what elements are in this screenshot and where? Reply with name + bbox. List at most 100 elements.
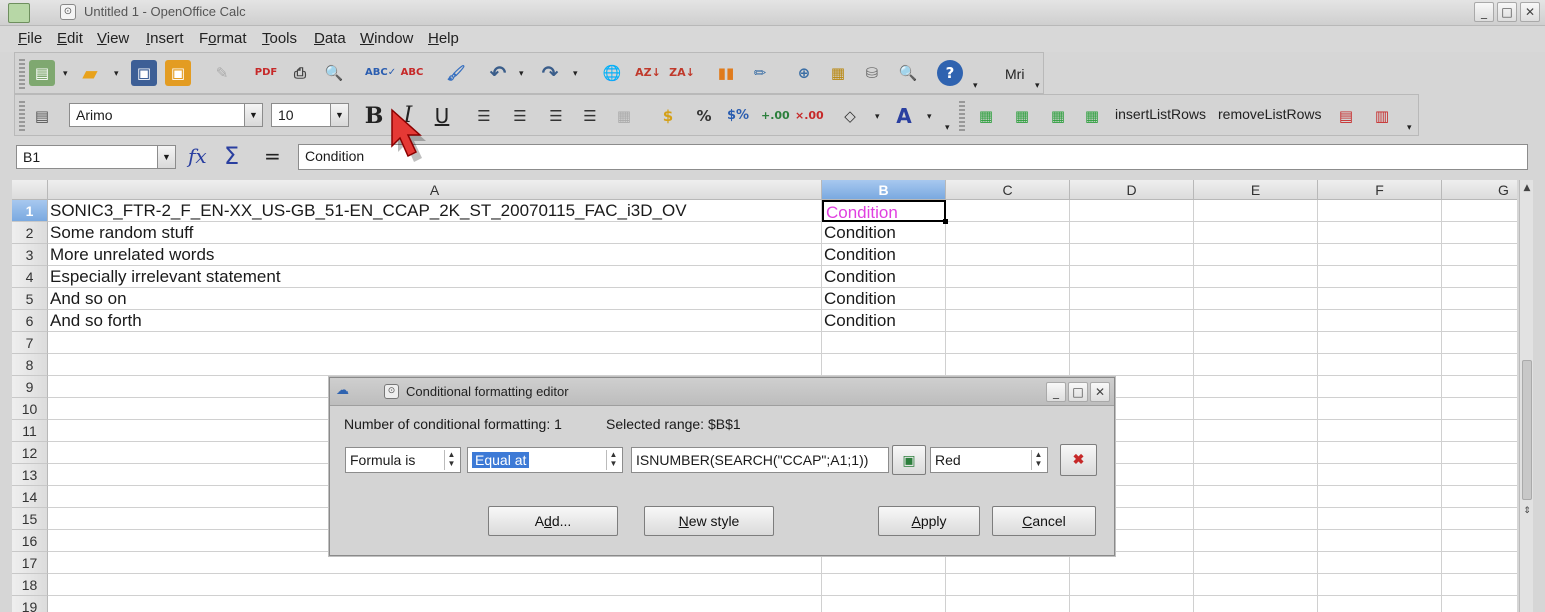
clone-formatting-icon[interactable]: 🖌: [443, 60, 469, 86]
navigator-icon[interactable]: ⊕: [791, 60, 817, 86]
row-header[interactable]: 7: [12, 332, 48, 354]
empty-cell[interactable]: [1318, 442, 1442, 464]
row-header[interactable]: 16: [12, 530, 48, 552]
empty-cell[interactable]: [1442, 376, 1517, 398]
empty-cell[interactable]: [1318, 508, 1442, 530]
empty-cell[interactable]: [1318, 332, 1442, 354]
cell-b[interactable]: [822, 354, 946, 376]
scroll-up-icon[interactable]: ▲: [1521, 182, 1533, 194]
shrink-range-button[interactable]: ▣: [892, 445, 926, 475]
cancel-button[interactable]: Cancel: [992, 506, 1096, 536]
empty-cell[interactable]: [1070, 596, 1194, 612]
align-right-icon[interactable]: ☰: [543, 103, 569, 129]
styles-formatting-icon[interactable]: ▤: [29, 103, 55, 129]
toolbar-grip[interactable]: [19, 59, 25, 89]
delete-decimal-icon[interactable]: ×.00: [795, 103, 824, 129]
align-left-icon[interactable]: ☰: [471, 103, 497, 129]
empty-cell[interactable]: [1442, 596, 1517, 612]
empty-cell[interactable]: [1442, 508, 1517, 530]
cell-a[interactable]: Especially irrelevant statement: [48, 266, 822, 288]
empty-cell[interactable]: [1194, 464, 1318, 486]
cell-a[interactable]: Some random stuff: [48, 222, 822, 244]
open-dropdown-icon[interactable]: ▾: [114, 70, 122, 79]
scrollbar-thumb[interactable]: [1522, 360, 1532, 500]
cell-b[interactable]: Condition: [822, 288, 946, 310]
font-name-combo[interactable]: Arimo ▼: [69, 103, 263, 127]
spellcheck-icon[interactable]: ABC✓: [365, 60, 396, 86]
toolbar-grip[interactable]: [959, 101, 965, 131]
empty-cell[interactable]: [1194, 398, 1318, 420]
empty-cell[interactable]: [1318, 310, 1442, 332]
delete-rows-icon[interactable]: ▤: [1333, 103, 1359, 129]
empty-cell[interactable]: [1318, 596, 1442, 612]
cell-a[interactable]: [48, 574, 822, 596]
empty-cell[interactable]: [1442, 552, 1517, 574]
empty-cell[interactable]: [1442, 530, 1517, 552]
new-document-icon[interactable]: ▤: [29, 60, 55, 86]
empty-cell[interactable]: [946, 596, 1070, 612]
chart-icon[interactable]: ▮▮: [713, 60, 739, 86]
row-header[interactable]: 15: [12, 508, 48, 530]
add-button[interactable]: Add...: [488, 506, 618, 536]
gallery-icon[interactable]: ▦: [825, 60, 851, 86]
dialog-menu-icon[interactable]: ⊙: [384, 384, 399, 399]
row-header[interactable]: 6: [12, 310, 48, 332]
empty-cell[interactable]: [946, 288, 1070, 310]
empty-cell[interactable]: [1318, 574, 1442, 596]
row-header[interactable]: 10: [12, 398, 48, 420]
function-wizard-button[interactable]: fx: [188, 144, 207, 168]
add-decimal-icon[interactable]: +.00: [761, 103, 790, 129]
empty-cell[interactable]: [1318, 376, 1442, 398]
cell-a[interactable]: And so on: [48, 288, 822, 310]
merge-cells-icon[interactable]: ▦: [611, 103, 637, 129]
cell-b[interactable]: Condition: [822, 266, 946, 288]
row-header[interactable]: 5: [12, 288, 48, 310]
delete-columns-icon[interactable]: ▥: [1369, 103, 1395, 129]
undo-dropdown-icon[interactable]: ▾: [519, 70, 527, 79]
open-folder-icon[interactable]: ▰: [77, 60, 103, 86]
save-as-icon[interactable]: ▣: [165, 60, 191, 86]
column-header-a[interactable]: A: [48, 180, 822, 200]
empty-cell[interactable]: [1194, 310, 1318, 332]
formula-input[interactable]: Condition: [298, 144, 1528, 170]
empty-cell[interactable]: [946, 574, 1070, 596]
sort-descending-icon[interactable]: ZA↓: [669, 60, 695, 86]
empty-cell[interactable]: [1194, 354, 1318, 376]
menu-help[interactable]: Help: [428, 30, 459, 47]
data-sources-icon[interactable]: ⛁: [859, 60, 885, 86]
justify-icon[interactable]: ☰: [577, 103, 603, 129]
empty-cell[interactable]: [946, 354, 1070, 376]
column-header-f[interactable]: F: [1318, 180, 1442, 200]
menu-data[interactable]: Data: [314, 30, 346, 47]
empty-cell[interactable]: [1070, 266, 1194, 288]
print-preview-icon[interactable]: 🔍: [321, 60, 347, 86]
background-color-dropdown-icon[interactable]: ▾: [875, 113, 883, 122]
zoom-icon[interactable]: 🔍: [895, 60, 921, 86]
empty-cell[interactable]: [1318, 552, 1442, 574]
background-color-icon[interactable]: ◇: [837, 103, 863, 129]
formula-field[interactable]: ISNUMBER(SEARCH("CCAP";A1;1)): [631, 447, 889, 473]
empty-cell[interactable]: [1318, 200, 1442, 222]
fill-handle[interactable]: [943, 219, 948, 224]
chevron-down-icon[interactable]: ▼: [330, 104, 348, 126]
empty-cell[interactable]: [1442, 420, 1517, 442]
bold-button[interactable]: B: [361, 103, 387, 129]
hyperlink-icon[interactable]: 🌐: [599, 60, 625, 86]
empty-cell[interactable]: [1318, 288, 1442, 310]
close-button[interactable]: ✕: [1520, 2, 1540, 22]
empty-cell[interactable]: [946, 244, 1070, 266]
row-header[interactable]: 1: [12, 200, 48, 222]
cell-b[interactable]: Condition: [822, 310, 946, 332]
empty-cell[interactable]: [1318, 266, 1442, 288]
empty-cell[interactable]: [1442, 244, 1517, 266]
condition-type-select[interactable]: Formula is ▲ ▼: [345, 447, 461, 473]
number-format-icon[interactable]: $%: [725, 103, 751, 129]
cell-a[interactable]: [48, 332, 822, 354]
row-header[interactable]: 19: [12, 596, 48, 612]
spin-arrows-icon[interactable]: ▲ ▼: [1031, 450, 1045, 470]
cell-a[interactable]: SONIC3_FTR-2_F_EN-XX_US-GB_51-EN_CCAP_2K…: [48, 200, 822, 222]
empty-cell[interactable]: [1318, 398, 1442, 420]
empty-cell[interactable]: [946, 222, 1070, 244]
empty-cell[interactable]: [1194, 244, 1318, 266]
remove-condition-button[interactable]: ✖: [1060, 444, 1097, 476]
